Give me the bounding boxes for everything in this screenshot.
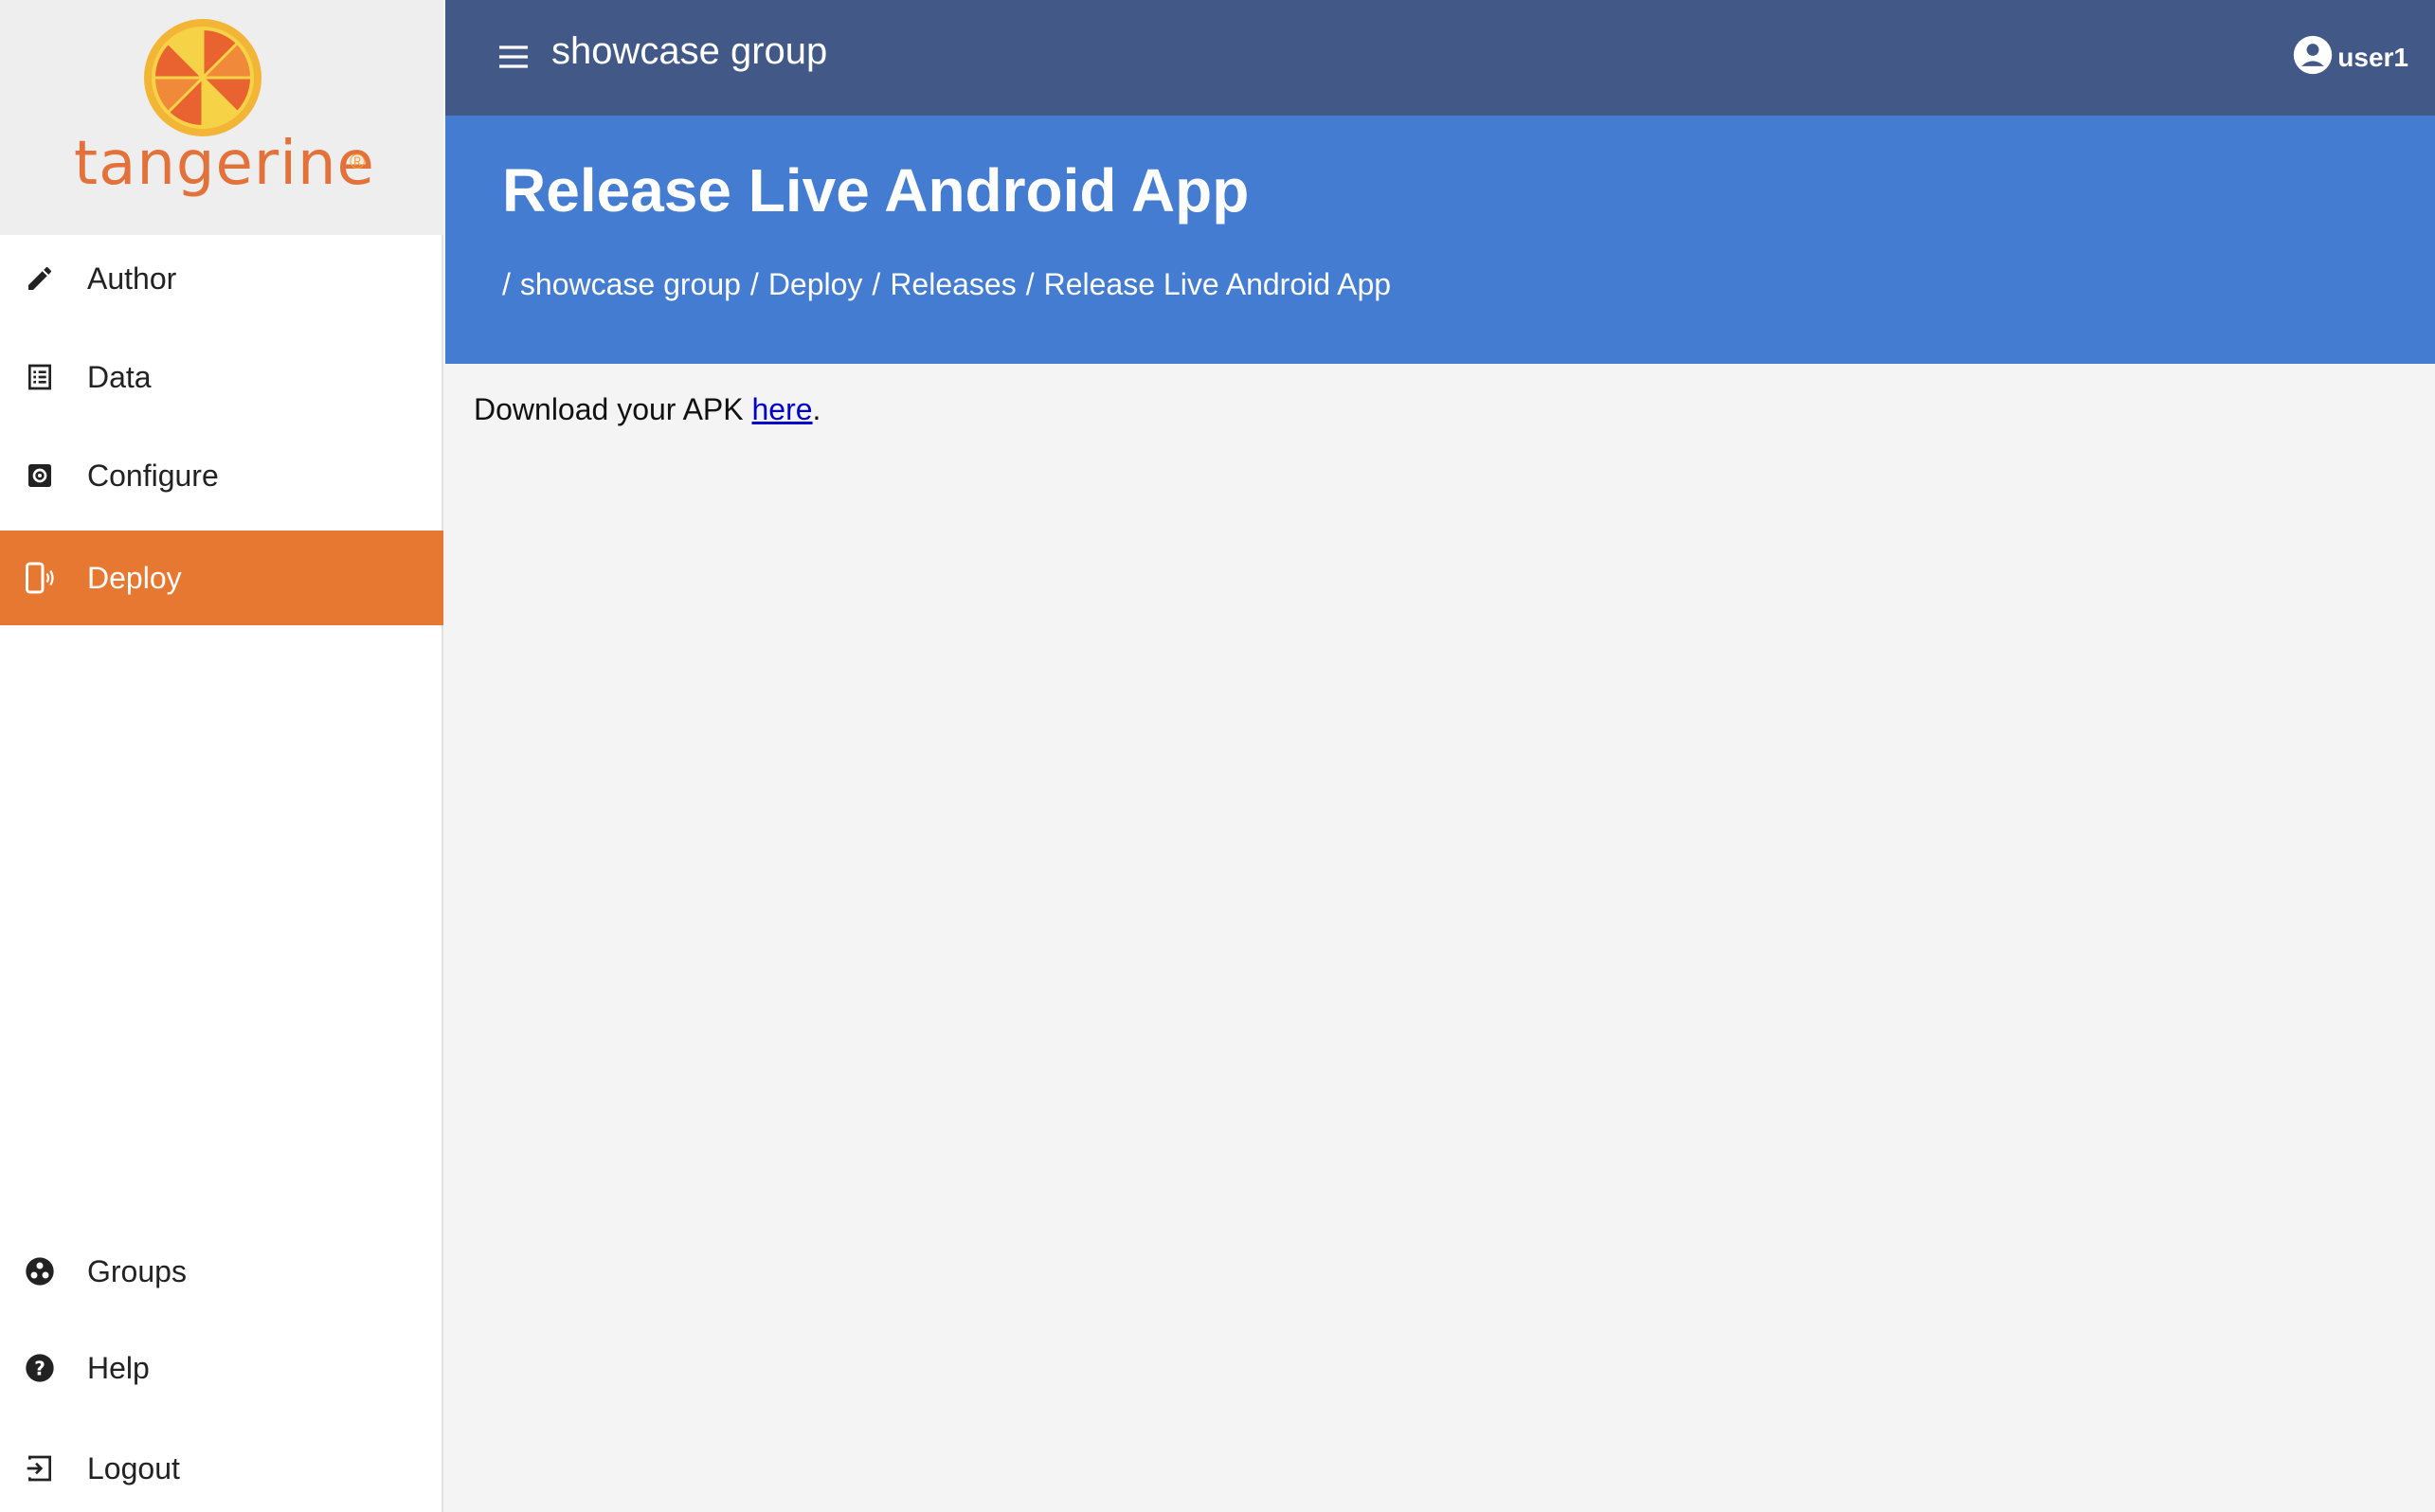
download-text-end: .	[812, 392, 821, 426]
download-text: Download your APK	[474, 392, 752, 426]
breadcrumb-item-deploy[interactable]: Deploy	[768, 267, 863, 302]
help-circle-icon: ?	[23, 1351, 57, 1385]
username: user1	[2337, 42, 2408, 72]
group-circle-icon	[23, 1254, 57, 1288]
breadcrumb-separator: /	[1025, 267, 1035, 301]
logo-area[interactable]: tangerine ®	[0, 0, 443, 235]
settings-box-icon	[23, 459, 57, 493]
sidebar-item-author[interactable]: Author	[0, 231, 443, 326]
list-icon	[23, 360, 57, 394]
phone-broadcast-icon	[23, 561, 57, 595]
sidebar-item-label: Groups	[87, 1253, 187, 1288]
sidebar-item-label: Help	[87, 1350, 150, 1385]
top-app-bar: showcase group user1	[445, 0, 2435, 116]
hamburger-menu-icon[interactable]	[495, 38, 532, 76]
user-menu-button[interactable]: user1	[2292, 34, 2408, 81]
sidebar-item-label: Data	[87, 359, 152, 394]
breadcrumb-separator: /	[749, 267, 759, 301]
account-circle-icon	[2292, 34, 2334, 81]
logo-text: tangerine	[74, 129, 375, 199]
sidebar-item-logout[interactable]: Logout	[0, 1421, 443, 1512]
download-apk-link[interactable]: here	[752, 392, 813, 426]
logo-registered-mark: ®	[350, 150, 366, 173]
page-title: Release Live Android App	[502, 156, 1250, 225]
group-title: showcase group	[551, 30, 828, 72]
tangerine-logo-icon	[144, 19, 262, 136]
logout-icon	[23, 1451, 57, 1485]
pencil-icon	[23, 261, 57, 296]
sidebar-item-label: Configure	[87, 458, 219, 493]
breadcrumb-separator: /	[502, 267, 511, 301]
sidebar-item-label: Deploy	[87, 560, 182, 595]
svg-text:?: ?	[34, 1357, 45, 1379]
breadcrumb-item-group[interactable]: showcase group	[520, 267, 741, 302]
sidebar-item-deploy[interactable]: Deploy	[0, 531, 443, 625]
sidebar-item-label: Author	[87, 261, 177, 296]
sidebar-item-configure[interactable]: Configure	[0, 428, 443, 523]
sidebar-item-label: Logout	[87, 1450, 180, 1485]
sidebar-item-groups[interactable]: Groups	[0, 1224, 443, 1319]
breadcrumb: / showcase group / Deploy / Releases / R…	[502, 267, 1391, 302]
app-root: tangerine ® Author Data Configure Deploy…	[0, 0, 2435, 1512]
sidebar-item-help[interactable]: ? Help	[0, 1321, 443, 1415]
sidebar: tangerine ® Author Data Configure Deploy…	[0, 0, 443, 1512]
breadcrumb-item-releases[interactable]: Releases	[890, 267, 1016, 302]
breadcrumb-item-current: Release Live Android App	[1043, 267, 1392, 301]
sidebar-item-data[interactable]: Data	[0, 330, 443, 424]
breadcrumb-separator: /	[872, 267, 881, 301]
main-content: Download your APK here.	[474, 392, 821, 427]
page-header: Release Live Android App / showcase grou…	[445, 116, 2435, 364]
